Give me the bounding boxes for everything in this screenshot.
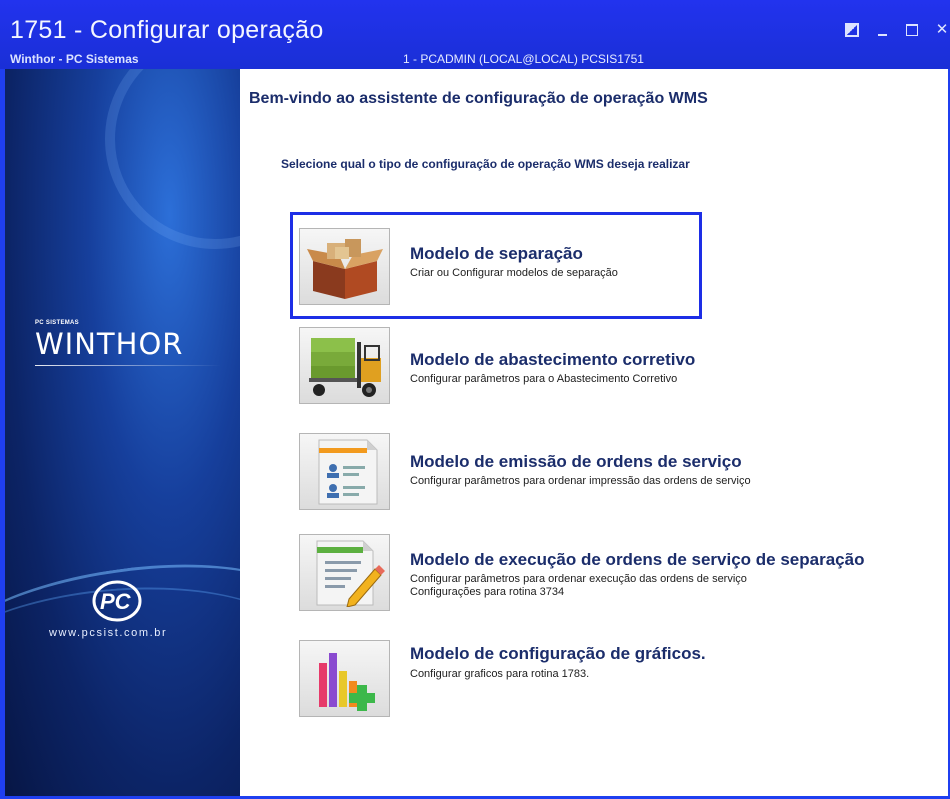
brand-sidebar: PC SISTEMAS WINTHOR PC www.pcsist.com.br bbox=[5, 69, 240, 796]
option-icon-button[interactable] bbox=[299, 534, 390, 611]
option-description: Configurar parâmetros para ordenar execu… bbox=[410, 573, 747, 585]
option-description-secondary: Configurações para rotina 3734 bbox=[410, 586, 565, 598]
option-description: Configurar parâmetros para ordenar impre… bbox=[410, 475, 751, 487]
selection-highlight bbox=[290, 212, 702, 319]
forklift-icon bbox=[308, 337, 381, 397]
option-modelo-execucao[interactable]: Modelo de execução de ordens de serviço … bbox=[240, 534, 948, 614]
option-title: Modelo de emissão de ordens de serviço bbox=[410, 452, 742, 471]
option-icon-button[interactable] bbox=[299, 327, 390, 404]
user-info: 1 - PCADMIN (LOCAL@LOCAL) PCSIS1751 bbox=[403, 52, 644, 66]
decorative-arc bbox=[105, 69, 240, 249]
option-title: Modelo de abastecimento corretivo bbox=[410, 350, 696, 369]
option-title: Modelo de execução de ordens de serviço … bbox=[410, 550, 865, 569]
instruction-text: Selecione qual o tipo de configuração de… bbox=[281, 157, 690, 171]
welcome-heading: Bem-vindo ao assistente de configuração … bbox=[249, 90, 708, 107]
option-modelo-abastecimento[interactable]: Modelo de abastecimento corretivo Config… bbox=[240, 327, 948, 407]
minimize-button[interactable] bbox=[874, 22, 890, 38]
maximize-icon bbox=[906, 24, 918, 36]
document-edit-icon bbox=[316, 540, 385, 607]
company-url: www.pcsist.com.br bbox=[49, 627, 168, 639]
application-window: 1751 - Configurar operação Winthor - PC … bbox=[0, 0, 950, 799]
brand-underline bbox=[35, 365, 221, 366]
option-modelo-emissao[interactable]: Modelo de emissão de ordens de serviço C… bbox=[240, 433, 948, 513]
brand-logo-text: WINTHOR bbox=[35, 327, 184, 361]
window-controls: ✕ bbox=[844, 22, 950, 42]
document-list-icon bbox=[318, 439, 377, 504]
close-button[interactable]: ✕ bbox=[934, 22, 950, 38]
window-title: 1751 - Configurar operação bbox=[10, 16, 324, 44]
title-bar[interactable]: 1751 - Configurar operação Winthor - PC … bbox=[0, 0, 950, 69]
close-icon: ✕ bbox=[935, 21, 949, 38]
option-icon-button[interactable] bbox=[299, 433, 390, 510]
window-subtitle: Winthor - PC Sistemas bbox=[10, 52, 139, 66]
brand-company-small: PC SISTEMAS bbox=[35, 320, 79, 326]
svg-text:PC: PC bbox=[100, 589, 132, 614]
minimize-icon bbox=[877, 34, 887, 36]
restore-icon bbox=[845, 23, 859, 37]
pc-logo-icon: PC bbox=[92, 580, 142, 622]
option-icon-button[interactable] bbox=[299, 640, 390, 717]
restore-button[interactable] bbox=[844, 22, 860, 38]
wizard-content: Bem-vindo ao assistente de configuração … bbox=[240, 69, 948, 796]
option-description: Configurar graficos para rotina 1783. bbox=[410, 668, 590, 680]
maximize-button[interactable] bbox=[904, 22, 920, 38]
option-title: Modelo de configuração de gráficos. bbox=[410, 644, 706, 663]
option-modelo-graficos[interactable]: Modelo de configuração de gráficos. Conf… bbox=[240, 640, 948, 720]
chart-add-icon bbox=[318, 652, 375, 711]
option-description: Configurar parâmetros para o Abastecimen… bbox=[410, 373, 678, 385]
